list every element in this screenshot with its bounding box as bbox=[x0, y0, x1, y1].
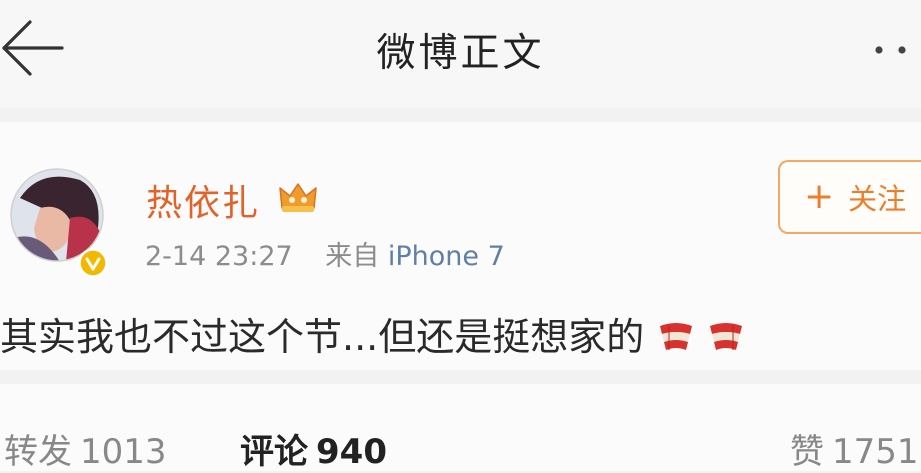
likes-count: 1751 bbox=[832, 432, 919, 472]
top-navigation-bar: 微博正文 bbox=[0, 0, 921, 108]
repost-label: 转发 bbox=[4, 432, 72, 472]
more-options-button[interactable] bbox=[862, 30, 921, 70]
post-time: 2-14 23:27 bbox=[145, 241, 293, 272]
repost-count: 1013 bbox=[80, 432, 167, 472]
interaction-tabs: 转发 1013 评论 940 赞 1751 bbox=[0, 384, 921, 473]
post-meta: 2-14 23:27 来自 iPhone 7 bbox=[145, 234, 505, 273]
verified-badge bbox=[78, 248, 108, 278]
more-dots-icon bbox=[875, 46, 906, 54]
scarf-emoji-icon bbox=[708, 320, 744, 354]
tab-repost[interactable]: 转发 1013 bbox=[4, 424, 167, 473]
scarf-emoji-icon bbox=[658, 320, 694, 354]
comments-label: 评论 bbox=[240, 432, 308, 472]
follow-label: 关注 bbox=[848, 182, 907, 216]
vip-badge bbox=[278, 180, 318, 214]
post-card: 热依扎 2-14 23:27 来自 iPhone 7 + 关注 其实我也不过这个… bbox=[0, 122, 921, 370]
crown-vip-icon bbox=[279, 183, 317, 212]
plus-icon: + bbox=[804, 176, 835, 217]
source-device[interactable]: iPhone 7 bbox=[388, 241, 505, 272]
page-title: 微博正文 bbox=[376, 31, 545, 76]
verified-v-icon bbox=[78, 248, 108, 278]
source-prefix: 来自 bbox=[325, 241, 380, 272]
comments-count: 940 bbox=[316, 432, 387, 472]
tab-comments[interactable]: 评论 940 bbox=[240, 424, 387, 473]
post-text: 其实我也不过这个节...但还是挺想家的 bbox=[0, 306, 744, 361]
tab-likes[interactable]: 赞 1751 bbox=[790, 424, 919, 473]
likes-label: 赞 bbox=[790, 432, 824, 472]
username[interactable]: 热依扎 bbox=[146, 174, 260, 226]
post-body: 其实我也不过这个节...但还是挺想家的 bbox=[0, 315, 645, 359]
follow-button[interactable]: + 关注 bbox=[778, 160, 921, 234]
